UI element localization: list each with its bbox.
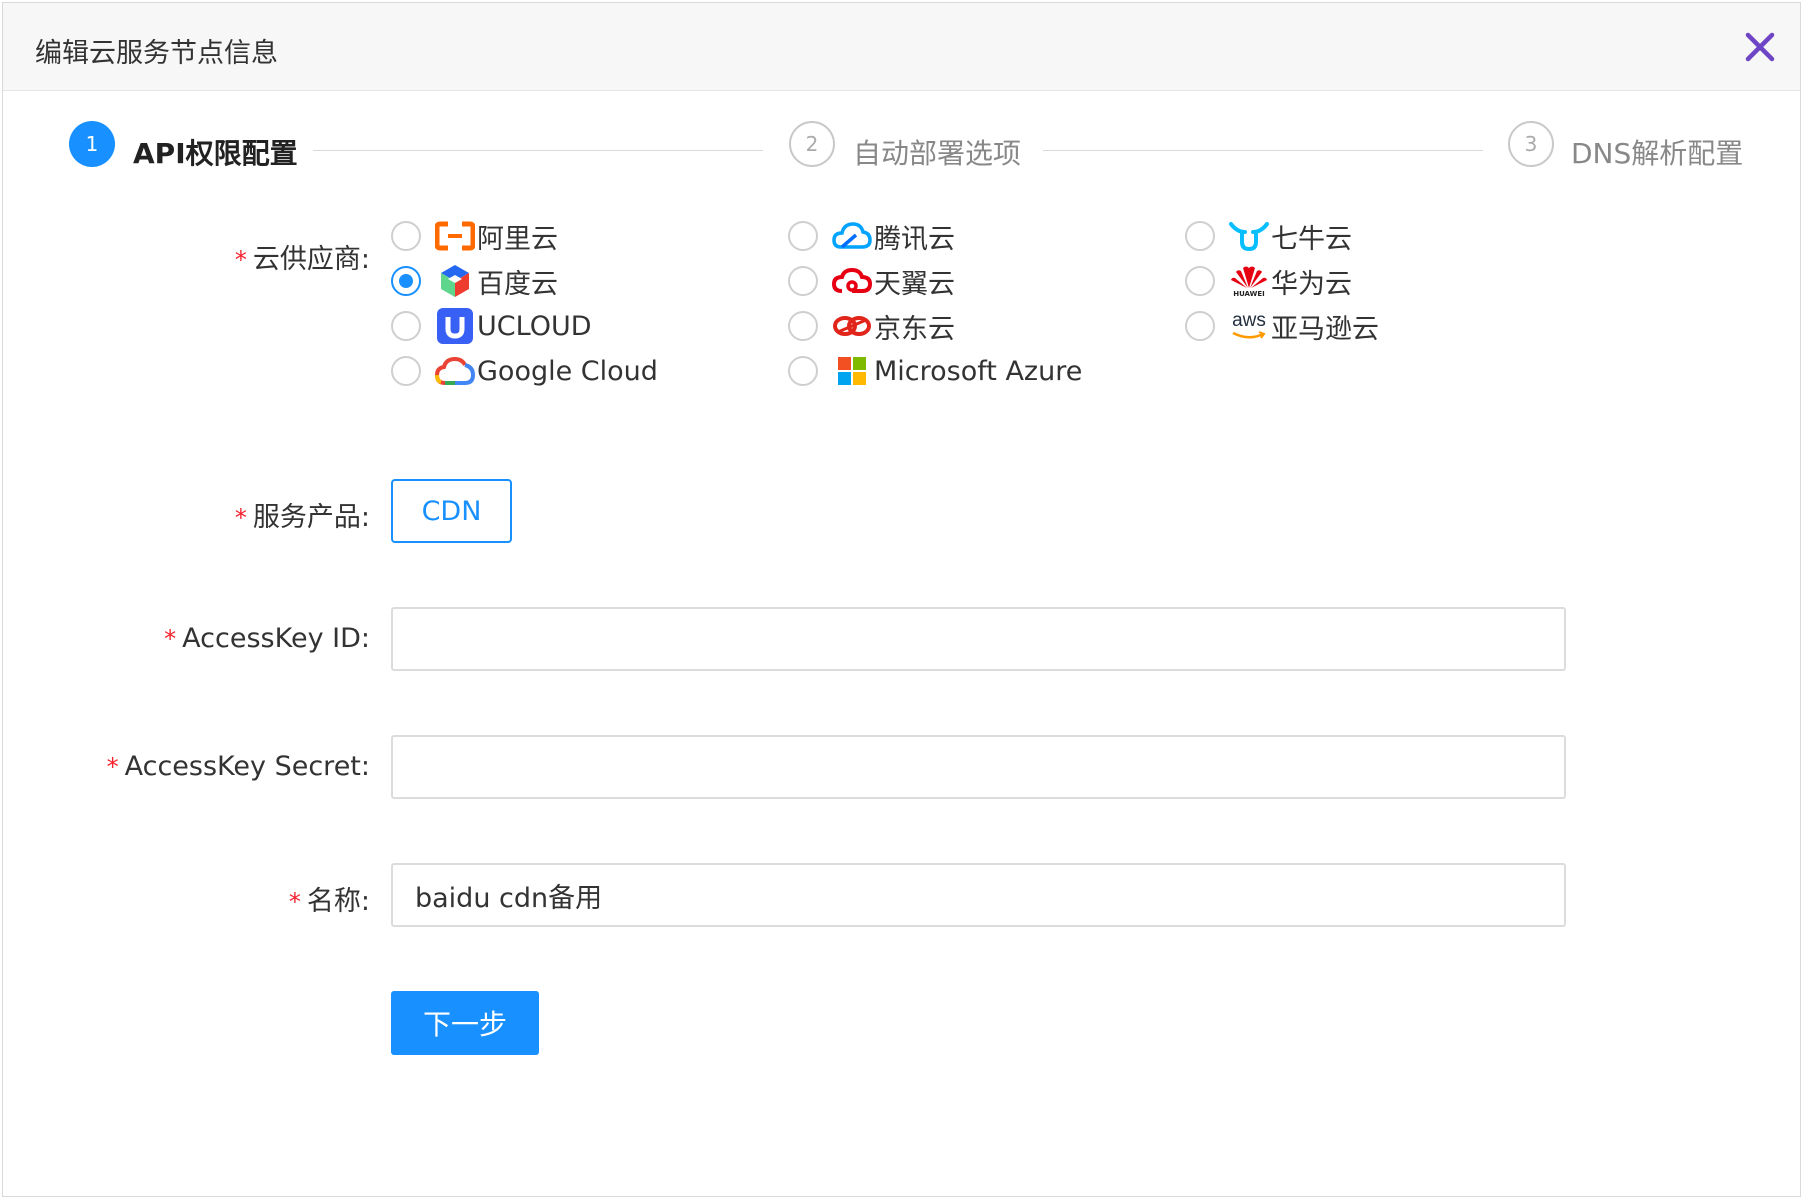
radio-circle xyxy=(1185,221,1215,251)
huawei-logo-icon: HUAWEI xyxy=(1229,263,1269,299)
aws-logo-text: aws xyxy=(1232,310,1266,331)
provider-radio-aliyun[interactable]: 阿里云 xyxy=(391,216,558,256)
provider-name: 七牛云 xyxy=(1271,223,1352,255)
provider-radio-google[interactable]: Google Cloud xyxy=(391,351,658,391)
step-2-circle: 2 xyxy=(789,121,835,167)
provider-name: 京东云 xyxy=(874,313,955,345)
access-key-id-label: * AccessKey ID: xyxy=(164,623,370,654)
name-label: * 名称: xyxy=(289,879,370,918)
steps-bar: 1 API权限配置 2 自动部署选项 3 DNS解析配置 xyxy=(3,121,1800,181)
provider-name: Microsoft Azure xyxy=(874,355,1083,387)
name-input[interactable]: baidu cdn备用 xyxy=(391,863,1566,927)
baidu-cloud-logo-icon xyxy=(435,263,475,299)
radio-circle xyxy=(1185,311,1215,341)
edit-cloud-node-dialog: 编辑云服务节点信息 1 API权限配置 2 自动部署选项 3 DNS解析配置 *… xyxy=(2,2,1801,1197)
provider-name: 华为云 xyxy=(1271,268,1352,300)
provider-radio-qiniu[interactable]: 七牛云 xyxy=(1185,216,1352,256)
aws-logo-icon: aws xyxy=(1229,308,1269,344)
dialog-header: 编辑云服务节点信息 xyxy=(3,3,1800,91)
radio-circle xyxy=(391,221,421,251)
dialog-title: 编辑云服务节点信息 xyxy=(35,38,278,69)
step-connector-1 xyxy=(313,150,763,151)
radio-circle xyxy=(788,221,818,251)
provider-name: 阿里云 xyxy=(477,223,558,255)
step-1-circle: 1 xyxy=(69,121,115,167)
required-mark: * xyxy=(234,246,247,274)
radio-circle xyxy=(391,266,421,296)
tencent-cloud-logo-icon xyxy=(832,218,872,254)
provider-name: 亚马逊云 xyxy=(1271,313,1379,345)
step-3-title: DNS解析配置 xyxy=(1571,137,1744,170)
huawei-logo-text: HUAWEI xyxy=(1233,290,1265,298)
name-label-text: 名称: xyxy=(306,886,370,917)
provider-label-text: 云供应商: xyxy=(252,244,370,275)
provider-name: 百度云 xyxy=(477,268,558,300)
cdn-product-tag[interactable]: CDN xyxy=(391,479,512,543)
jd-cloud-logo-icon xyxy=(832,308,872,344)
provider-name: 天翼云 xyxy=(874,268,955,300)
access-key-secret-label-text: AccessKey Secret: xyxy=(124,751,370,782)
radio-circle xyxy=(1185,266,1215,296)
ucloud-logo-icon xyxy=(435,308,475,344)
product-label-text: 服务产品: xyxy=(252,502,370,533)
close-icon[interactable] xyxy=(1742,29,1778,65)
radio-circle xyxy=(391,311,421,341)
access-key-id-input[interactable] xyxy=(391,607,1566,671)
microsoft-logo-icon xyxy=(832,353,872,389)
provider-radio-tencent[interactable]: 腾讯云 xyxy=(788,216,955,256)
ctyun-logo-icon xyxy=(832,263,872,299)
aliyun-logo-icon xyxy=(435,218,475,254)
access-key-id-label-text: AccessKey ID: xyxy=(182,623,370,654)
step-3-circle: 3 xyxy=(1508,121,1554,167)
provider-name: 腾讯云 xyxy=(874,223,955,255)
provider-radio-azure[interactable]: Microsoft Azure xyxy=(788,351,1082,391)
required-mark: * xyxy=(234,504,247,532)
google-cloud-logo-icon xyxy=(435,353,475,389)
provider-name: UCLOUD xyxy=(477,310,592,342)
required-mark: * xyxy=(288,888,301,916)
qiniu-logo-icon xyxy=(1229,218,1269,254)
provider-radio-aws[interactable]: aws 亚马逊云 xyxy=(1185,306,1379,346)
provider-name: Google Cloud xyxy=(477,355,658,387)
next-step-button[interactable]: 下一步 xyxy=(391,991,539,1055)
product-label: * 服务产品: xyxy=(235,495,370,534)
required-mark: * xyxy=(164,625,177,653)
step-2-title: 自动部署选项 xyxy=(853,137,1022,170)
radio-circle xyxy=(788,266,818,296)
access-key-secret-label: * AccessKey Secret: xyxy=(107,751,370,782)
required-mark: * xyxy=(106,753,119,781)
provider-radio-ctyun[interactable]: 天翼云 xyxy=(788,261,955,301)
provider-label: * 云供应商: xyxy=(235,237,370,276)
provider-radio-ucloud[interactable]: UCLOUD xyxy=(391,306,592,346)
provider-radio-baidu[interactable]: 百度云 xyxy=(391,261,558,301)
radio-circle xyxy=(788,311,818,341)
access-key-secret-input[interactable] xyxy=(391,735,1566,799)
provider-radio-jd[interactable]: 京东云 xyxy=(788,306,955,346)
step-connector-2 xyxy=(1043,150,1483,151)
radio-circle xyxy=(391,356,421,386)
radio-circle xyxy=(788,356,818,386)
step-1-title: API权限配置 xyxy=(133,137,298,170)
provider-radio-huawei[interactable]: HUAWEI 华为云 xyxy=(1185,261,1352,301)
